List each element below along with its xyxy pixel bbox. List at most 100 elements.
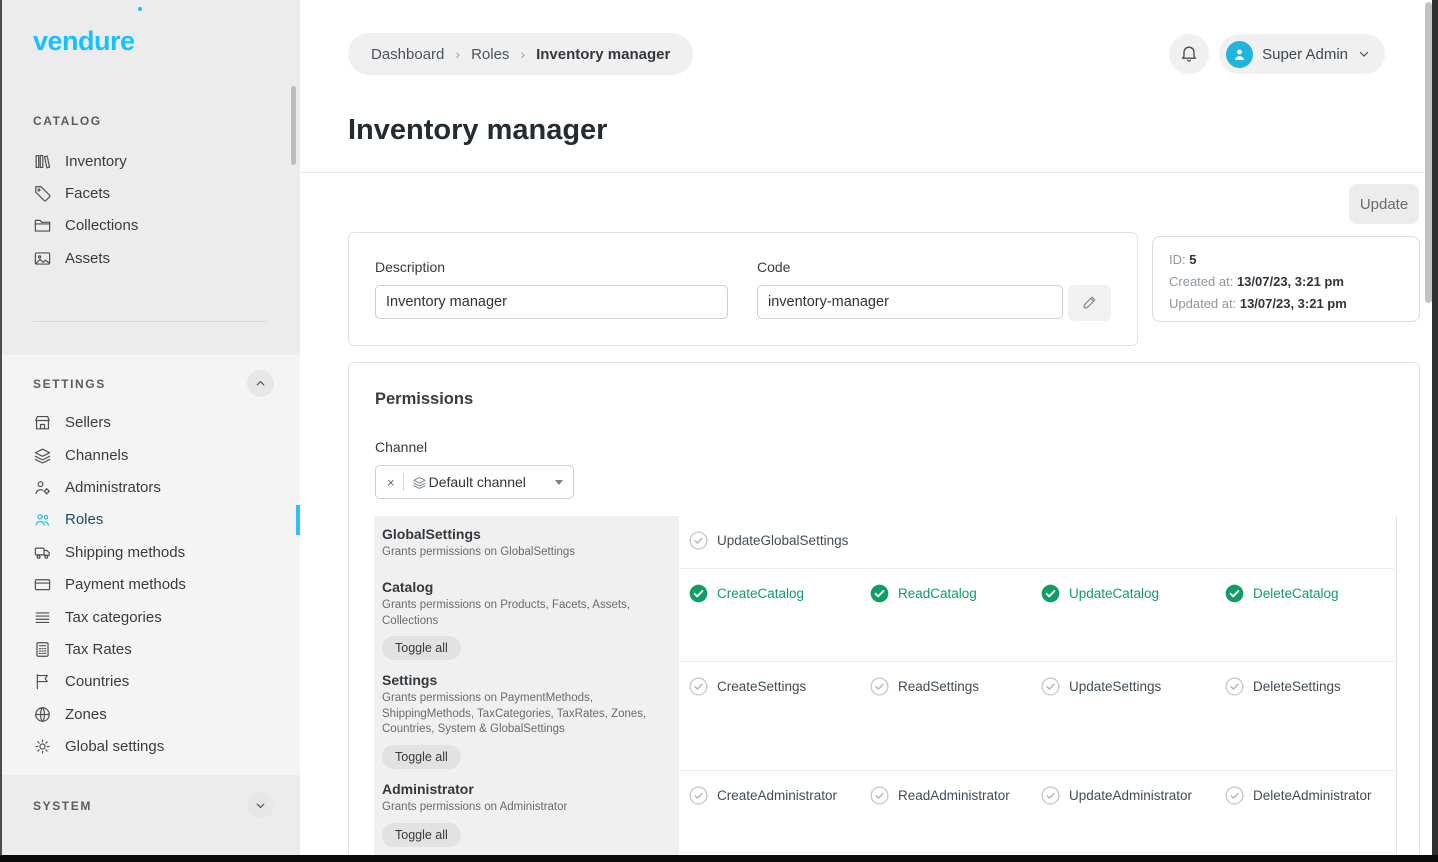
permission-group-info: AdministratorGrants permissions on Admin… bbox=[374, 771, 679, 853]
permission-group-checkboxes: CreateCatalog ReadCatalog UpdateCatalogDel… bbox=[679, 569, 1394, 662]
sidebar-item-label: Zones bbox=[65, 706, 107, 723]
permissions-title: Permissions bbox=[375, 390, 473, 409]
vendure-logo[interactable]: vendure bbox=[0, 0, 135, 57]
permission-checkbox-UpdateGlobalSettings[interactable]: UpdateGlobalSettings bbox=[689, 531, 870, 550]
check-circle-filled-icon bbox=[870, 584, 889, 603]
sidebar-item-roles[interactable]: Roles bbox=[0, 504, 300, 536]
update-button[interactable]: Update bbox=[1349, 184, 1419, 224]
permission-checkbox-ReadCatalog[interactable]: ReadCatalog bbox=[870, 584, 1041, 603]
permission-checkbox-DeleteSettings[interactable]: DeleteSettings bbox=[1225, 677, 1394, 696]
tax-categories-icon bbox=[33, 608, 52, 627]
header-divider bbox=[301, 172, 1432, 173]
assets-icon bbox=[33, 249, 52, 268]
sidebar-item-label: Facets bbox=[65, 185, 110, 202]
pencil-icon bbox=[1081, 293, 1099, 314]
sidebar-scrollbar-thumb[interactable] bbox=[291, 86, 296, 165]
chevron-down-icon[interactable] bbox=[247, 792, 274, 819]
description-input[interactable] bbox=[375, 285, 728, 319]
meta-created-row: Created at: 13/07/23, 3:21 pm bbox=[1169, 271, 1403, 293]
role-detail-card: Description Code bbox=[348, 232, 1138, 346]
permission-label: CreateSettings bbox=[717, 679, 806, 694]
sidebar-item-countries[interactable]: Countries bbox=[0, 666, 300, 698]
permission-checkbox-DeleteCatalog[interactable]: DeleteCatalog bbox=[1225, 584, 1394, 603]
sidebar-nav: CATALOGInventoryFacetsCollectionsAssetsS… bbox=[0, 106, 300, 821]
permission-checkbox-UpdateSettings[interactable]: UpdateSettings bbox=[1041, 677, 1225, 696]
administrators-icon bbox=[33, 478, 52, 497]
code-label: Code bbox=[757, 259, 1111, 275]
permission-group-name: Catalog bbox=[382, 579, 659, 595]
sidebar-item-collections[interactable]: Collections bbox=[0, 210, 300, 242]
toggle-all-button[interactable]: Toggle all bbox=[382, 823, 461, 847]
permission-group-description: Grants permissions on PaymentMethods, Sh… bbox=[382, 691, 659, 738]
updated-at-value: 13/07/23, 3:21 pm bbox=[1240, 296, 1347, 311]
toggle-all-button[interactable]: Toggle all bbox=[382, 636, 461, 660]
sidebar-item-tax-categories[interactable]: Tax categories bbox=[0, 601, 300, 633]
roles-icon bbox=[33, 510, 52, 529]
permission-checkbox-CreateAdministrator[interactable]: CreateAdministrator bbox=[689, 786, 870, 805]
sidebar-item-payment-methods[interactable]: Payment methods bbox=[0, 569, 300, 601]
check-circle-outline-icon bbox=[1041, 786, 1060, 805]
permission-group-row: SettingsGrants permissions on PaymentMet… bbox=[374, 662, 1419, 771]
permission-label: UpdateGlobalSettings bbox=[717, 533, 848, 548]
sidebar-item-facets[interactable]: Facets bbox=[0, 177, 300, 209]
permission-group-checkboxes: CreateAdministratorReadAdministratorUpda… bbox=[679, 771, 1394, 853]
shipping-methods-icon bbox=[33, 543, 52, 562]
sidebar-item-zones[interactable]: Zones bbox=[0, 698, 300, 730]
check-circle-outline-icon bbox=[689, 677, 708, 696]
check-circle-outline-icon bbox=[870, 786, 889, 805]
permission-group-checkboxes: UpdateGlobalSettings bbox=[679, 516, 1394, 569]
collections-icon bbox=[33, 216, 52, 235]
check-circle-filled-icon bbox=[1225, 584, 1244, 603]
page-scrollbar[interactable] bbox=[1425, 0, 1432, 855]
permission-checkbox-ReadAdministrator[interactable]: ReadAdministrator bbox=[870, 786, 1041, 805]
breadcrumb-item[interactable]: Roles bbox=[471, 46, 509, 63]
permission-group-info: SettingsGrants permissions on PaymentMet… bbox=[374, 662, 679, 771]
inventory-icon bbox=[33, 152, 52, 171]
sidebar-item-tax-rates[interactable]: Tax Rates bbox=[0, 633, 300, 665]
permission-checkbox-UpdateAdministrator[interactable]: UpdateAdministrator bbox=[1041, 786, 1225, 805]
permission-checkbox-CreateSettings[interactable]: CreateSettings bbox=[689, 677, 870, 696]
permission-checkbox-UpdateCatalog[interactable]: UpdateCatalog bbox=[1041, 584, 1225, 603]
chevron-down-icon bbox=[1357, 47, 1371, 61]
page-scrollbar-thumb[interactable] bbox=[1425, 2, 1432, 303]
user-menu-button[interactable]: Super Admin bbox=[1219, 34, 1385, 74]
sidebar-item-label: Shipping methods bbox=[65, 544, 185, 561]
chevron-up-icon[interactable] bbox=[247, 370, 274, 397]
window-left-edge bbox=[0, 0, 2, 862]
permission-group-name: GlobalSettings bbox=[382, 526, 659, 542]
sidebar: vendure CATALOGInventoryFacetsCollection… bbox=[0, 0, 300, 862]
sidebar-item-inventory[interactable]: Inventory bbox=[0, 145, 300, 177]
channel-select[interactable]: × Default channel bbox=[375, 465, 574, 499]
select-caret-icon bbox=[555, 480, 563, 485]
remove-channel-icon[interactable]: × bbox=[387, 476, 395, 489]
channels-icon bbox=[33, 446, 52, 465]
sidebar-item-administrators[interactable]: Administrators bbox=[0, 471, 300, 503]
edit-code-button[interactable] bbox=[1068, 285, 1111, 321]
sidebar-item-channels[interactable]: Channels bbox=[0, 439, 300, 471]
permission-checkbox-CreateCatalog[interactable]: CreateCatalog bbox=[689, 584, 870, 603]
channel-layers-icon bbox=[412, 475, 427, 490]
breadcrumb: Dashboard›Roles›Inventory manager bbox=[348, 33, 693, 75]
sidebar-item-label: Administrators bbox=[65, 479, 161, 496]
sidebar-item-label: Sellers bbox=[65, 414, 111, 431]
meta-id-row: ID: 5 bbox=[1169, 249, 1403, 271]
sidebar-item-sellers[interactable]: Sellers bbox=[0, 407, 300, 439]
permission-checkbox-ReadSettings[interactable]: ReadSettings bbox=[870, 677, 1041, 696]
zones-icon bbox=[33, 705, 52, 724]
toggle-all-button[interactable]: Toggle all bbox=[382, 745, 461, 769]
chip-divider bbox=[403, 473, 404, 491]
global-settings-icon bbox=[33, 737, 52, 756]
sidebar-item-assets[interactable]: Assets bbox=[0, 242, 300, 274]
notifications-button[interactable] bbox=[1169, 34, 1209, 74]
permission-group-row: AdministratorGrants permissions on Admin… bbox=[374, 771, 1419, 853]
bell-icon bbox=[1179, 43, 1199, 66]
sidebar-item-shipping-methods[interactable]: Shipping methods bbox=[0, 536, 300, 568]
breadcrumb-item[interactable]: Dashboard bbox=[371, 46, 444, 63]
main-content: Dashboard›Roles›Inventory manager Super … bbox=[300, 0, 1438, 862]
check-circle-outline-icon bbox=[1225, 786, 1244, 805]
breadcrumb-separator-icon: › bbox=[455, 46, 460, 62]
permission-label: ReadCatalog bbox=[898, 586, 977, 601]
code-input[interactable] bbox=[757, 285, 1063, 319]
permission-checkbox-DeleteAdministrator[interactable]: DeleteAdministrator bbox=[1225, 786, 1394, 805]
sidebar-item-global-settings[interactable]: Global settings bbox=[0, 730, 300, 762]
